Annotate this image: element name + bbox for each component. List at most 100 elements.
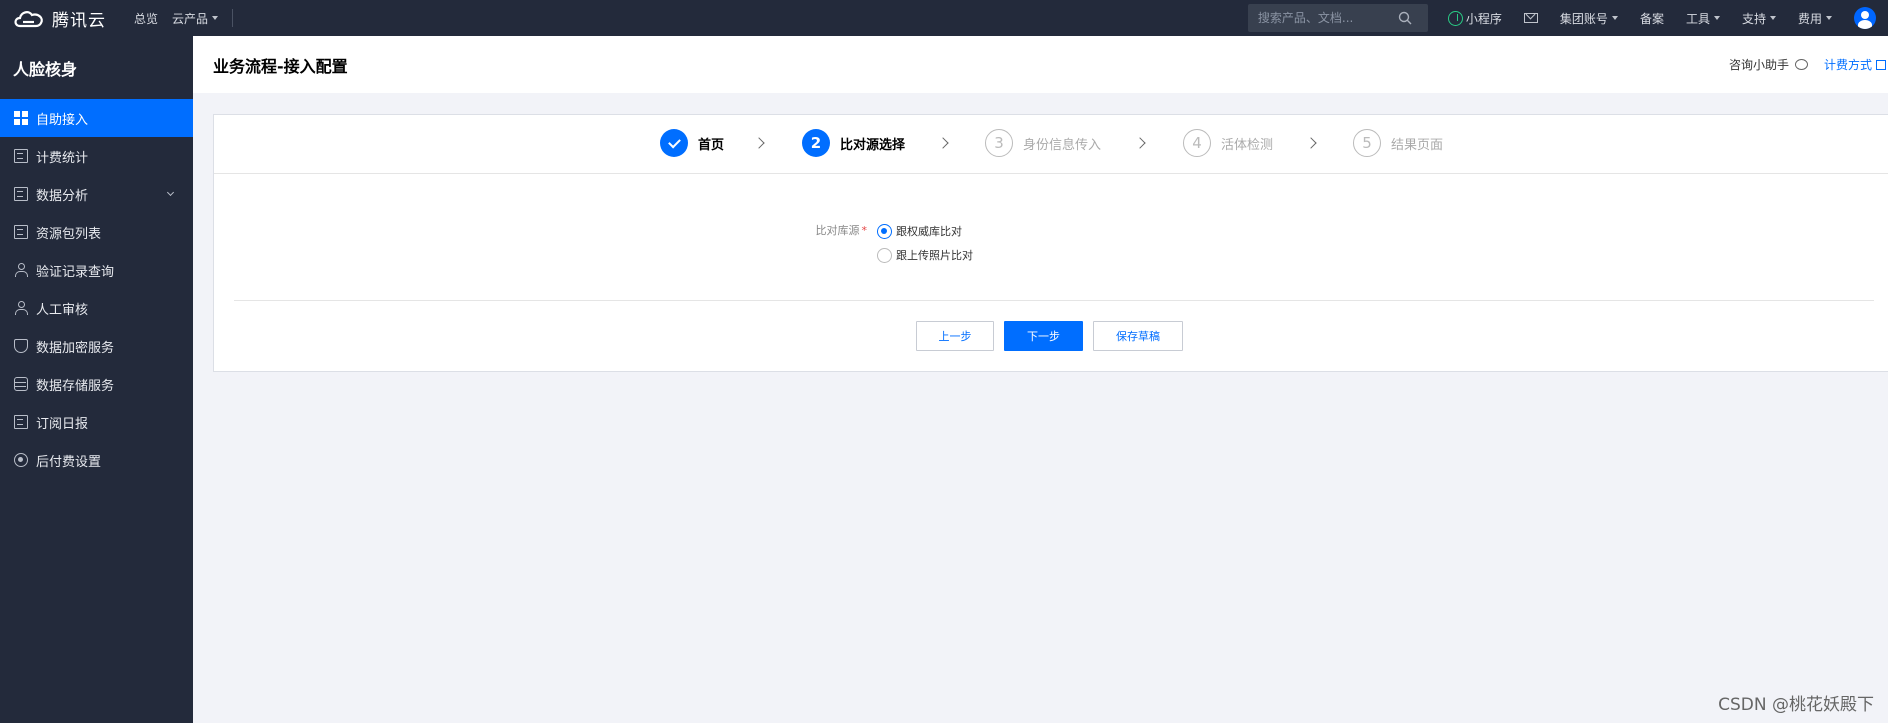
topbar-right: 小程序 集团账号 备案 工具 支持 费用 (1247, 0, 1888, 36)
chevron-down-icon (1713, 16, 1720, 20)
top-navigation-bar: 腾讯云 总览 云产品 小程序 集团账号 备案 工具 (0, 0, 1888, 36)
nav-overview[interactable]: 总览 (134, 10, 158, 27)
sidebar-item-label: 自助接入 (36, 112, 89, 128)
required-mark: * (861, 224, 868, 237)
radio-checked-icon[interactable] (877, 223, 892, 239)
chevron-down-icon (166, 188, 175, 197)
sidebar-item-verification-records[interactable]: 验证记录查询 (0, 251, 193, 289)
next-step-button[interactable]: 下一步 (1004, 321, 1083, 351)
sidebar-item-resource-packages[interactable]: 资源包列表 (0, 213, 193, 251)
radio-unchecked-icon[interactable] (877, 247, 892, 263)
radio-authoritative-db[interactable]: 跟权威库比对 (877, 219, 973, 243)
chevron-right-icon (937, 137, 949, 149)
support-label: 支持 (1741, 11, 1766, 26)
comparison-source-field: 比对库源 * 跟权威库比对 跟上传照片比对 (807, 219, 973, 267)
billing-menu[interactable]: 费用 (1798, 10, 1832, 27)
billing-label: 费用 (1797, 11, 1822, 26)
sidebar-item-daily-report[interactable]: 订阅日报 (0, 403, 193, 441)
report-icon (14, 415, 28, 429)
search-box[interactable] (1247, 4, 1428, 32)
sidebar-item-data-encryption[interactable]: 数据加密服务 (0, 327, 193, 365)
grid-icon (14, 111, 28, 125)
check-icon (660, 129, 688, 157)
search-input[interactable] (1257, 11, 1398, 25)
sidebar-item-data-analysis[interactable]: 数据分析 (0, 175, 193, 213)
sidebar-item-label: 订阅日报 (36, 416, 89, 432)
radio-group: 跟权威库比对 跟上传照片比对 (877, 219, 973, 267)
step-2[interactable]: 2 比对源选择 (802, 129, 905, 157)
divider (232, 9, 234, 27)
search-icon[interactable] (1398, 11, 1412, 25)
step-label: 身份信息传入 (1023, 137, 1102, 153)
step-number: 4 (1183, 129, 1211, 157)
step-3[interactable]: 3 身份信息传入 (985, 129, 1101, 157)
settings-circle-icon (14, 453, 28, 467)
user-avatar[interactable] (1854, 7, 1876, 29)
miniprogram-link[interactable]: 小程序 (1447, 10, 1502, 27)
sidebar-item-data-storage[interactable]: 数据存储服务 (0, 365, 193, 403)
divider (234, 300, 1874, 301)
support-menu[interactable]: 支持 (1742, 10, 1776, 27)
sidebar-item-label: 资源包列表 (36, 226, 102, 242)
nav-cloud-products-label: 云产品 (172, 11, 209, 26)
page-title: 业务流程-接入配置 (213, 56, 348, 76)
external-link-icon (1876, 59, 1886, 70)
database-icon (14, 377, 28, 391)
nav-cloud-products[interactable]: 云产品 (172, 10, 219, 27)
chevron-down-icon (1611, 16, 1618, 20)
sidebar-item-label: 数据加密服务 (36, 340, 115, 356)
field-label: 比对库源 * (807, 219, 868, 267)
miniprogram-icon (1447, 10, 1463, 26)
step-number: 2 (802, 129, 830, 157)
config-card: 首页 2 比对源选择 3 身份信息传入 4 活体检测 5 结果页面 比对库源* (213, 114, 1888, 372)
messages-button[interactable] (1523, 13, 1538, 23)
pricing-link[interactable]: 计费方式 (1824, 56, 1886, 73)
miniprogram-label: 小程序 (1465, 11, 1502, 26)
package-list-icon (14, 225, 28, 239)
chevron-right-icon (753, 137, 765, 149)
step-indicator: 首页 2 比对源选择 3 身份信息传入 4 活体检测 5 结果页面 (214, 115, 1888, 174)
tools-menu[interactable]: 工具 (1686, 10, 1720, 27)
brand-logo[interactable]: 腾讯云 (0, 6, 120, 31)
radio-label: 跟上传照片比对 (896, 249, 973, 262)
step-4[interactable]: 4 活体检测 (1183, 129, 1273, 157)
step-number: 3 (985, 129, 1013, 157)
sidebar-item-label: 验证记录查询 (36, 264, 115, 280)
nav-overview-label: 总览 (134, 11, 159, 26)
user-search-icon (14, 263, 28, 277)
radio-uploaded-photo[interactable]: 跟上传照片比对 (877, 243, 973, 267)
filing-link[interactable]: 备案 (1640, 10, 1664, 27)
sidebar-item-label: 后付费设置 (36, 454, 102, 470)
chart-document-icon (14, 187, 28, 201)
chevron-right-icon (1305, 137, 1317, 149)
sidebar-item-manual-review[interactable]: 人工审核 (0, 289, 193, 327)
step-5[interactable]: 5 结果页面 (1353, 129, 1443, 157)
filing-label: 备案 (1639, 11, 1664, 26)
chat-bubble-icon (1794, 59, 1808, 70)
page-header: 业务流程-接入配置 咨询小助手 计费方式 (193, 36, 1888, 93)
prev-step-button[interactable]: 上一步 (916, 321, 994, 351)
action-buttons: 上一步 下一步 保存草稿 (916, 321, 1193, 351)
step-1[interactable]: 首页 (660, 129, 724, 157)
step-label: 比对源选择 (840, 137, 906, 153)
chevron-down-icon (1769, 16, 1776, 20)
watermark: CSDN @桃花妖殿下 (1718, 695, 1874, 715)
chevron-down-icon (1826, 16, 1832, 20)
step-label: 活体检测 (1221, 137, 1274, 153)
sidebar-item-postpaid-settings[interactable]: 后付费设置 (0, 441, 193, 479)
save-draft-button[interactable]: 保存草稿 (1093, 321, 1183, 351)
sidebar-item-billing-stats[interactable]: 计费统计 (0, 137, 193, 175)
brand-name: 腾讯云 (52, 10, 106, 31)
step-number: 5 (1353, 129, 1381, 157)
step-label: 结果页面 (1391, 137, 1444, 153)
sidebar-item-self-access[interactable]: 自助接入 (0, 99, 193, 137)
shield-icon (14, 339, 28, 353)
consult-assistant-button[interactable]: 咨询小助手 (1729, 56, 1808, 73)
sidebar-title: 人脸核身 (13, 59, 78, 79)
pricing-link-label: 计费方式 (1823, 58, 1872, 72)
group-account-label: 集团账号 (1559, 11, 1608, 26)
group-account-menu[interactable]: 集团账号 (1560, 10, 1618, 27)
mail-icon (1523, 13, 1538, 23)
sidebar: 人脸核身 自助接入 计费统计 数据分析 资源包列表 验证记录查询 人工审核 数据… (0, 36, 193, 723)
chevron-down-icon (212, 16, 219, 20)
